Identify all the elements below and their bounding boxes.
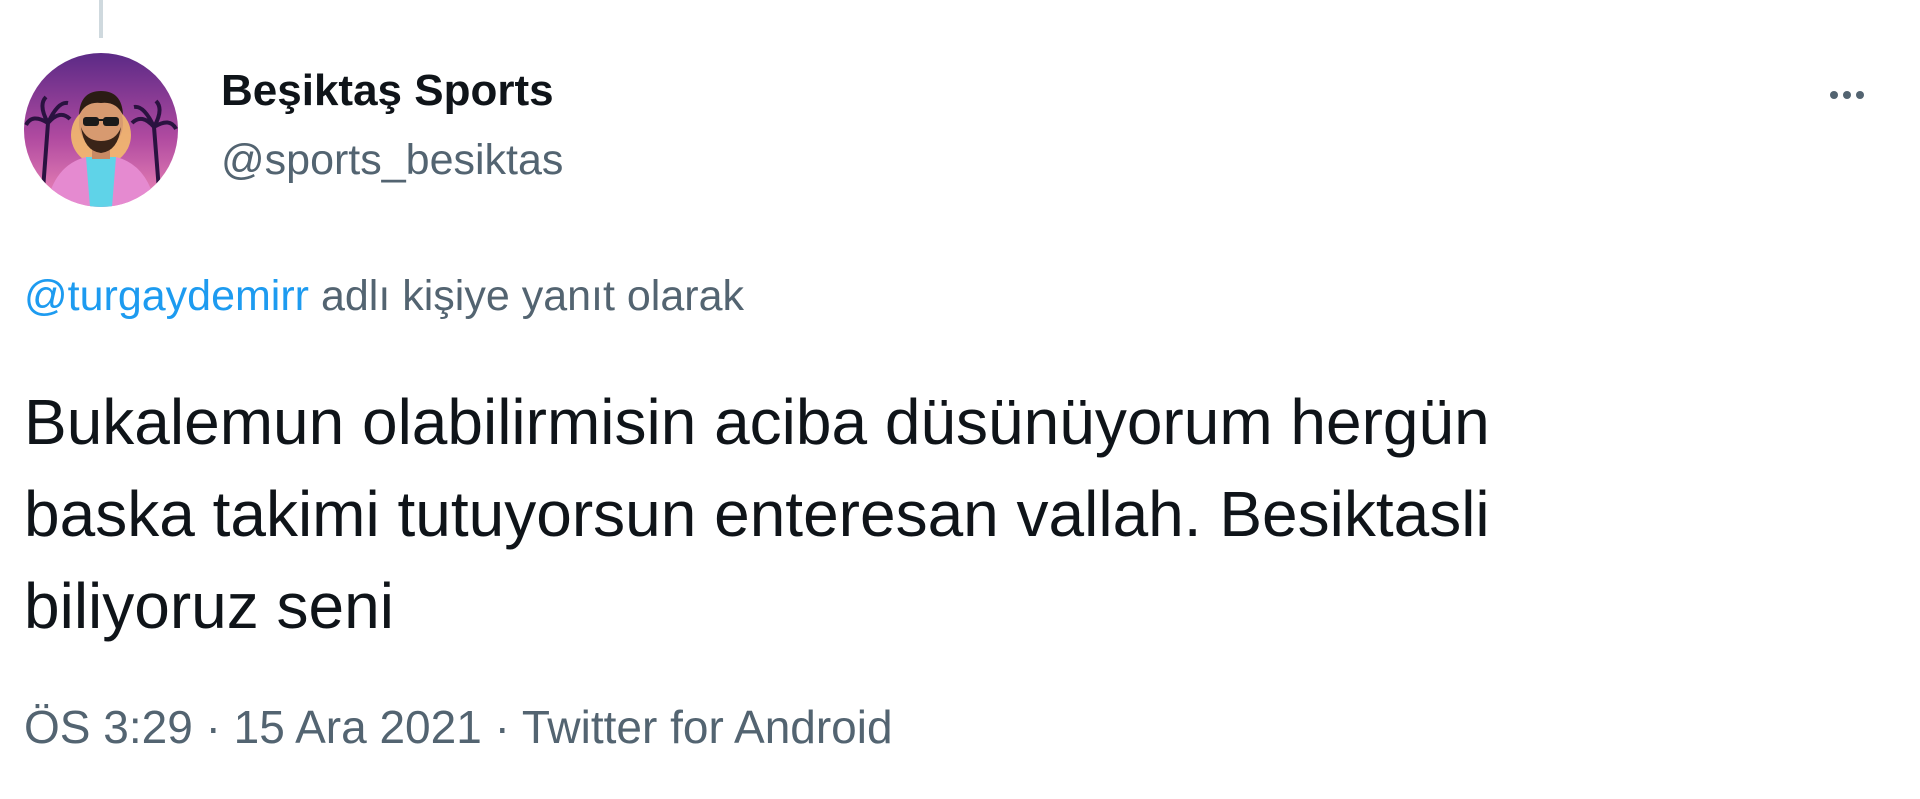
reply-context-text: adlı kişiye yanıt olarak — [320, 272, 744, 320]
tweet-body: Bukalemun olabilirmisin aciba düsünüyoru… — [24, 376, 1864, 652]
avatar-illustration-icon — [24, 53, 178, 207]
author-display-name[interactable]: Beşiktaş Sports — [221, 66, 554, 116]
author-handle[interactable]: @sports_besiktas — [221, 136, 563, 185]
more-options-button[interactable] — [1814, 70, 1880, 120]
tweet-source[interactable]: Twitter for Android — [522, 701, 893, 753]
tweet-date[interactable]: 15 Ara 2021 — [234, 701, 482, 753]
avatar[interactable] — [24, 53, 178, 207]
tweet-time[interactable]: ÖS 3:29 — [24, 701, 193, 753]
tweet-body-line: biliyoruz seni — [24, 570, 394, 642]
more-horizontal-icon — [1828, 86, 1867, 104]
meta-separator: · — [205, 701, 221, 753]
reply-mention-link[interactable]: @turgaydemirr — [24, 272, 309, 320]
tweet-metadata: ÖS 3:29 · 15 Ara 2021 · Twitter for Andr… — [24, 700, 893, 754]
thread-connector-line — [99, 0, 103, 38]
tweet-body-line: Bukalemun olabilirmisin aciba düsünüyoru… — [24, 386, 1490, 458]
meta-separator: · — [494, 701, 510, 753]
tweet-body-line: baska takimi tutuyorsun enteresan vallah… — [24, 478, 1490, 550]
reply-context: @turgaydemirr adlı kişiye yanıt olarak — [24, 272, 744, 321]
